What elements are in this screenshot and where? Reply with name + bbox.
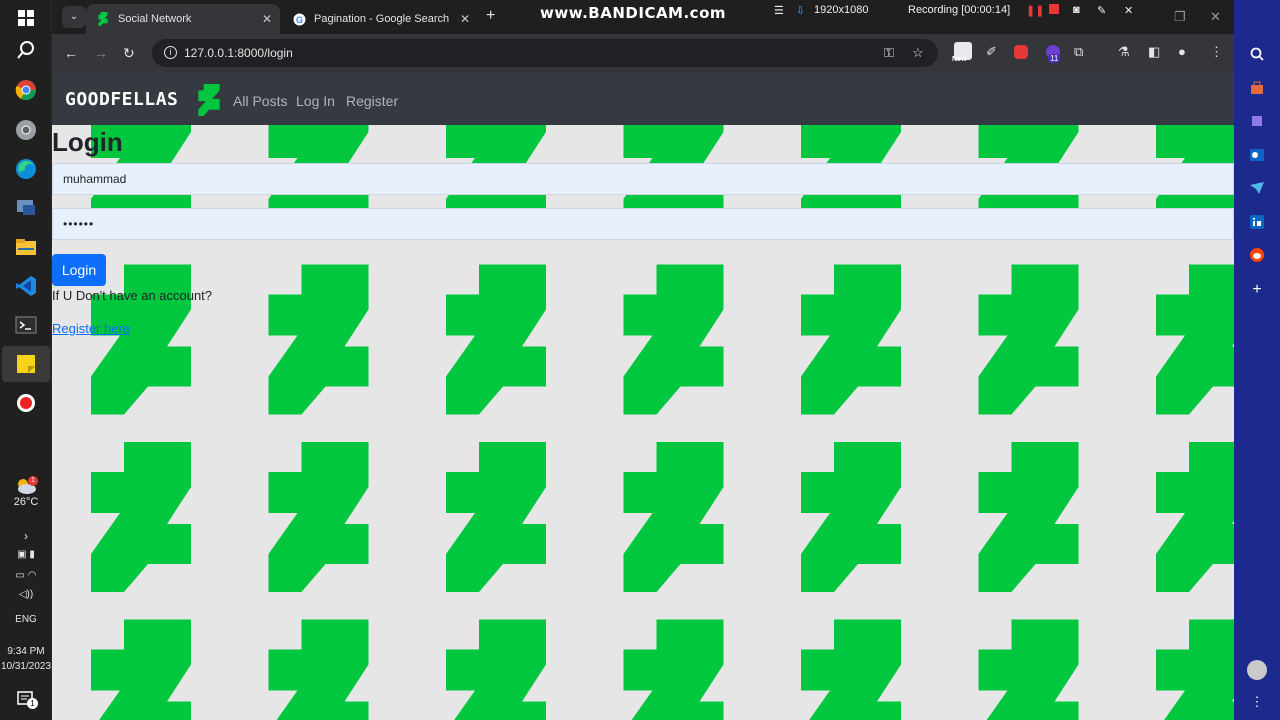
extension-badge: 11 bbox=[1048, 54, 1061, 63]
search-icon[interactable] bbox=[14, 38, 38, 62]
battery-wifi-icon[interactable]: ▭ ◠ bbox=[0, 570, 52, 581]
side-panel-icon[interactable]: ◧ bbox=[1148, 44, 1160, 60]
volume-icon[interactable]: ◁)) bbox=[0, 589, 52, 600]
windows-taskbar: 1 26°C › ▣ ▮ ▭ ◠ ◁)) ENG 9:34 PM 10/31/2… bbox=[0, 0, 52, 720]
tab-title: Pagination - Google Search bbox=[314, 13, 450, 25]
tab-title: Social Network bbox=[118, 13, 192, 25]
terminal-icon[interactable] bbox=[14, 313, 38, 337]
web-page: GOODFELLAS All Posts Log In Register Log… bbox=[52, 72, 1234, 720]
recorder-status: Recording [00:00:14] bbox=[908, 4, 1011, 16]
no-account-text: If U Don't have an account? bbox=[52, 288, 213, 303]
camera-icon[interactable]: ◙ bbox=[1073, 4, 1080, 16]
new-tab-icon[interactable]: + bbox=[486, 7, 495, 25]
sidebar-search-icon[interactable] bbox=[1249, 46, 1265, 62]
svg-text:G: G bbox=[296, 15, 303, 25]
sidebar-send-icon[interactable] bbox=[1249, 180, 1265, 196]
forward-icon[interactable]: → bbox=[94, 45, 108, 61]
tab-search-button[interactable]: ⌄ bbox=[62, 6, 86, 28]
weather-temp: 26°C bbox=[13, 496, 39, 508]
profile-icon[interactable]: ● bbox=[1178, 44, 1186, 59]
vscode-icon[interactable] bbox=[14, 274, 38, 298]
reload-icon[interactable]: ↻ bbox=[123, 45, 135, 62]
windows-start-icon[interactable] bbox=[14, 6, 38, 30]
address-bar[interactable]: i 127.0.0.1:8000/login ⚿ ☆ bbox=[152, 39, 938, 67]
chevron-up-icon[interactable]: › bbox=[0, 529, 52, 543]
register-link[interactable]: Register here bbox=[52, 321, 130, 336]
nav-log-in[interactable]: Log In bbox=[296, 93, 335, 109]
tab-social-network[interactable]: Social Network ✕ bbox=[86, 4, 280, 34]
new-badge: New bbox=[952, 56, 967, 63]
stop-icon[interactable] bbox=[1049, 4, 1059, 14]
sidebar-games-icon[interactable] bbox=[1249, 113, 1265, 129]
remote-desktop-icon[interactable] bbox=[14, 196, 38, 220]
pin-icon[interactable]: ⇩ bbox=[796, 4, 805, 17]
pause-icon[interactable]: ❚❚ bbox=[1026, 4, 1044, 17]
sidebar-linkedin-icon[interactable] bbox=[1249, 214, 1265, 230]
recorder-close-icon[interactable]: ✕ bbox=[1124, 4, 1133, 17]
language-indicator[interactable]: ENG bbox=[0, 614, 52, 625]
chrome-icon[interactable] bbox=[14, 78, 38, 102]
recorder-resolution: 1920x1080 bbox=[814, 4, 869, 16]
chrome-dev-icon[interactable] bbox=[14, 118, 38, 142]
deviantart-logo-icon bbox=[198, 84, 220, 116]
nav-all-posts[interactable]: All Posts bbox=[233, 93, 287, 109]
site-info-icon[interactable]: i bbox=[164, 46, 177, 59]
menu-icon[interactable]: ☰ bbox=[774, 4, 784, 17]
screen: 1 26°C › ▣ ▮ ▭ ◠ ◁)) ENG 9:34 PM 10/31/2… bbox=[0, 0, 1280, 720]
notification-badge: 1 bbox=[27, 698, 38, 709]
edge-icon[interactable] bbox=[14, 157, 38, 181]
password-field[interactable]: •••••• bbox=[52, 208, 1234, 240]
login-button[interactable]: Login bbox=[52, 254, 106, 286]
sidebar-reddit-icon[interactable] bbox=[1249, 247, 1265, 263]
browser-toolbar: ← → ↻ i 127.0.0.1:8000/login ⚿ ☆ New ✐ 1… bbox=[52, 34, 1234, 72]
camera-mic-icon[interactable]: ▣ ▮ bbox=[0, 549, 52, 560]
close-tab-icon[interactable]: ✕ bbox=[262, 12, 272, 26]
back-icon[interactable]: ← bbox=[64, 45, 78, 61]
sidebar-avatar[interactable] bbox=[1247, 660, 1267, 680]
recorder-bar: ☰ ⇩ 1920x1080 Recording [00:00:14] ❚❚ ◙ … bbox=[770, 0, 1150, 20]
browser-sidebar: + ⋮ bbox=[1234, 0, 1280, 720]
bandicam-watermark: www.BANDICAM.com bbox=[540, 4, 727, 22]
url-text[interactable]: 127.0.0.1:8000/login bbox=[184, 46, 293, 60]
nav-register[interactable]: Register bbox=[346, 93, 398, 109]
extension-shield-icon[interactable] bbox=[1014, 45, 1028, 59]
username-field[interactable]: muhammad bbox=[52, 163, 1234, 195]
password-key-icon[interactable]: ⚿ bbox=[884, 45, 894, 61]
sidebar-outlook-icon[interactable] bbox=[1249, 147, 1265, 163]
sidebar-add-icon[interactable]: + bbox=[1249, 281, 1265, 298]
bookmark-star-icon[interactable]: ☆ bbox=[912, 45, 924, 61]
clock-time[interactable]: 9:34 PM bbox=[0, 646, 52, 657]
site-brand[interactable]: GOODFELLAS bbox=[65, 89, 178, 110]
google-favicon-icon: G bbox=[292, 12, 306, 26]
weather-badge: 1 bbox=[28, 476, 38, 486]
labs-flask-icon[interactable]: ⚗ bbox=[1118, 44, 1130, 60]
record-icon[interactable] bbox=[14, 391, 38, 415]
deviantart-favicon-icon bbox=[96, 12, 110, 26]
more-menu-icon[interactable]: ⋮ bbox=[1210, 44, 1223, 60]
close-window-icon[interactable]: ✕ bbox=[1210, 9, 1221, 25]
clock-date[interactable]: 10/31/2023 bbox=[0, 661, 52, 672]
close-tab-icon[interactable]: ✕ bbox=[460, 12, 470, 26]
extensions-puzzle-icon[interactable]: ⧉ bbox=[1074, 44, 1083, 60]
pencil-icon[interactable]: ✎ bbox=[1097, 4, 1106, 17]
sticky-notes-icon[interactable] bbox=[14, 352, 38, 376]
restore-window-icon[interactable]: ❐ bbox=[1174, 9, 1186, 25]
tab-google-search[interactable]: G Pagination - Google Search ✕ bbox=[282, 4, 478, 34]
site-navbar: GOODFELLAS All Posts Log In Register bbox=[52, 72, 1234, 125]
eyedropper-icon[interactable]: ✐ bbox=[986, 44, 997, 60]
page-title: Login bbox=[52, 127, 123, 157]
sidebar-tools-icon[interactable] bbox=[1249, 80, 1265, 96]
sidebar-more-icon[interactable]: ⋮ bbox=[1249, 694, 1265, 710]
file-explorer-icon[interactable] bbox=[14, 235, 38, 259]
